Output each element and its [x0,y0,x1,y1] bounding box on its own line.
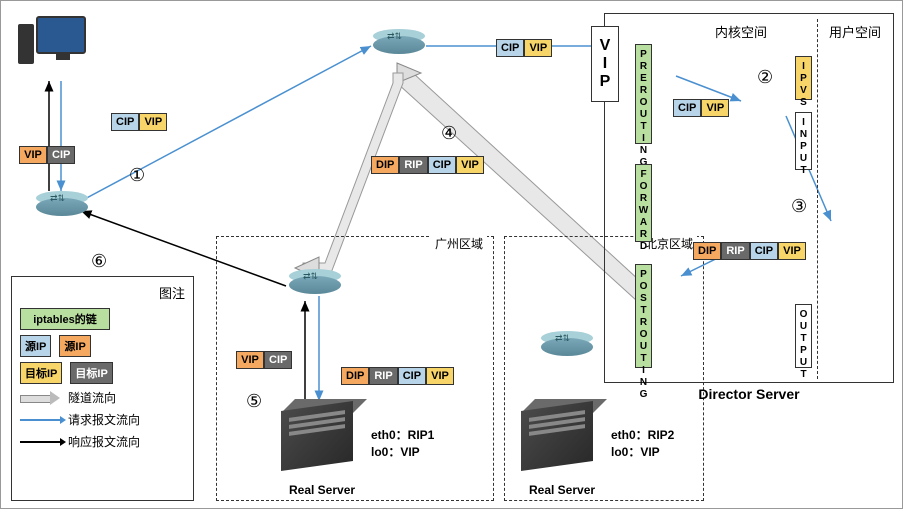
step-6: ⑥ [91,251,107,272]
step-1: ① [129,165,145,186]
input-box: INPUT [795,112,812,170]
prerouting-box: PREROUTING [635,44,652,144]
legend-srcip-orange: 源IP [59,335,90,357]
region-label: 广州区域 [431,235,487,252]
server1-eth0: eth0：RIP1 [371,426,434,443]
tag-cip: CIP [496,39,524,57]
legend-dstip-gray: 目标IP [70,362,112,384]
response-line-icon [20,441,60,443]
step-5: ⑤ [246,391,262,412]
tag-cip: CIP [673,99,701,117]
client-computer [36,16,86,54]
region-guangzhou: 广州区域 [216,236,494,501]
space-divider [817,19,818,379]
router-top: ⇄⇅ [373,29,425,61]
user-label: 用户空间 [829,22,881,41]
tunnel-arrow-icon [20,391,60,405]
step-2: ② [757,67,773,88]
tag-vip: VIP [19,146,47,164]
tags-vip-cip-1: VIP CIP [19,146,75,164]
tag-cip: CIP [111,113,139,131]
router-left: ⇄⇅ [36,191,88,223]
tag-cip: CIP [750,242,778,260]
real-server-1 [281,406,353,478]
tag-vip: VIP [778,242,806,260]
tag-vip: VIP [524,39,552,57]
tag-rip: RIP [721,242,749,260]
tag-dip: DIP [693,242,721,260]
legend-dstip-yellow: 目标IP [20,362,62,384]
legend-title: 图注 [20,283,185,302]
server2-lo0: lo0：VIP [611,443,660,460]
ipvs-box: IPVS [795,56,812,100]
director-title: Director Server [605,386,893,402]
legend-iptables: iptables的链 [20,308,110,330]
tag-rip: RIP [399,156,427,174]
legend-request: 请求报文流向 [68,411,140,428]
kernel-label: 内核空间 [715,22,767,41]
server2-label: Real Server [529,483,595,497]
director-server: VIP 内核空间 用户空间 PREROUTING FORWARD POSTROU… [604,13,894,383]
tags-cip-vip-1: CIP VIP [111,113,167,131]
postrouting-box: POSTROUTING [635,264,652,368]
tags-dip-rip-cip-vip-d: DIP RIP CIP VIP [693,242,806,260]
tag-vip: VIP [139,113,167,131]
diagram-canvas: ⇄⇅ ⇄⇅ ⇄⇅ ⇄⇅ CIP VIP VIP CIP CIP VIP DIP … [0,0,903,509]
legend-srcip-blue: 源IP [20,335,51,357]
server2-eth0: eth0：RIP2 [611,426,674,443]
tags-cip-vip-d1: CIP VIP [673,99,729,117]
legend-box: 图注 iptables的链 源IP 源IP 目标IP 目标IP 隧道流向 请求报… [11,276,194,501]
tags-dip-rip-cip-vip-1: DIP RIP CIP VIP [371,156,484,174]
legend-tunnel: 隧道流向 [68,389,116,406]
request-line-icon [20,419,60,421]
output-box: OUTPUT [795,304,812,368]
server1-label: Real Server [289,483,355,497]
real-server-2 [521,406,593,478]
legend-response: 响应报文流向 [68,433,140,450]
tag-vip: VIP [701,99,729,117]
tag-cip: CIP [47,146,75,164]
tag-vip: VIP [456,156,484,174]
vip-box: VIP [591,26,619,102]
tag-cip: CIP [428,156,456,174]
tag-dip: DIP [371,156,399,174]
forward-box: FORWARD [635,164,652,242]
step-3: ③ [791,196,807,217]
tags-cip-vip-2: CIP VIP [496,39,552,57]
server1-lo0: lo0：VIP [371,443,420,460]
step-4: ④ [441,123,457,144]
